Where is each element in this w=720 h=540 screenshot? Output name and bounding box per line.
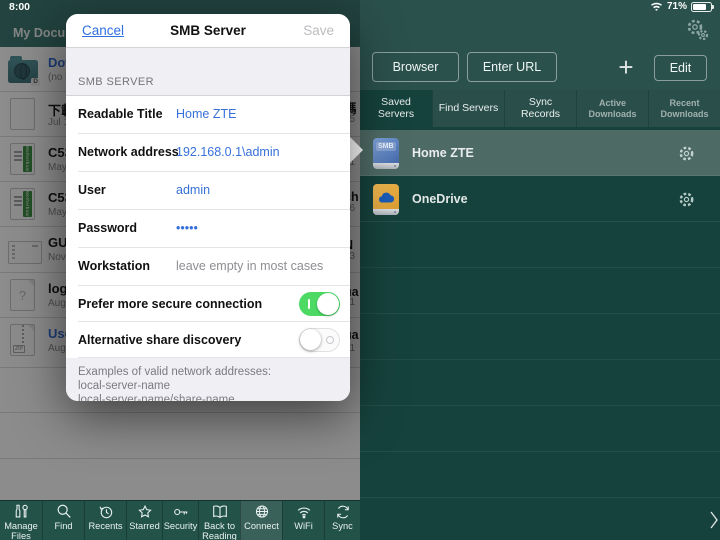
section-header: SMB SERVER [66, 48, 350, 96]
popover-header: Cancel SMB Server Save [66, 14, 350, 48]
tools-icon [11, 503, 31, 521]
workstation-row[interactable]: Workstation leave empty in most cases [66, 248, 350, 286]
magnifier-icon [54, 503, 74, 521]
add-server-button[interactable]: + [610, 51, 642, 83]
book-icon [210, 503, 230, 521]
share-discovery-toggle[interactable] [299, 328, 340, 352]
browser-button[interactable]: Browser [372, 52, 459, 82]
workstation-placeholder[interactable]: leave empty in most cases [176, 259, 323, 273]
toolbar-connect[interactable]: Connect [240, 501, 282, 540]
toolbar-security[interactable]: Security [162, 501, 198, 540]
list-separator [360, 267, 720, 268]
toolbar-find[interactable]: Find [42, 501, 84, 540]
list-separator [360, 497, 720, 498]
toolbar-back-to-reading[interactable]: Back to Reading [198, 501, 240, 540]
readable-title-value[interactable]: Home ZTE [176, 107, 236, 121]
server-name: OneDrive [412, 192, 468, 206]
tab-active-downloads[interactable]: Active Downloads [576, 90, 648, 127]
list-separator [360, 313, 720, 314]
server-gear-icon[interactable] [677, 190, 696, 209]
globe-icon [252, 503, 272, 521]
network-address-value[interactable]: 192.168.0.1\admin [176, 145, 280, 159]
tab-sync-records[interactable]: Sync Records [504, 90, 576, 127]
toolbar-manage-files[interactable]: Manage Files [0, 501, 42, 540]
tab-saved-servers[interactable]: Saved Servers [360, 90, 432, 127]
secure-connection-toggle[interactable] [299, 292, 340, 316]
password-row[interactable]: Password ••••• [66, 210, 350, 248]
server-name: Home ZTE [412, 146, 474, 160]
list-separator [360, 359, 720, 360]
screen: Browser Enter URL + Edit Saved Servers F… [0, 0, 720, 540]
share-discovery-row: Alternative share discovery [66, 322, 350, 358]
list-separator [360, 451, 720, 452]
password-value[interactable]: ••••• [176, 221, 198, 235]
server-gear-icon[interactable] [677, 144, 696, 163]
toolbar-starred[interactable]: Starred [126, 501, 162, 540]
edit-button[interactable]: Edit [654, 55, 707, 81]
wifi-icon [294, 503, 314, 521]
star-icon [135, 503, 155, 521]
sync-icon [333, 503, 353, 521]
clock-icon [96, 503, 116, 521]
toolbar-wifi[interactable]: WiFi [282, 501, 324, 540]
tab-recent-downloads[interactable]: Recent Downloads [648, 90, 720, 127]
save-button[interactable]: Save [303, 23, 334, 38]
status-bar: 8:00 71% [0, 0, 720, 14]
list-separator [360, 405, 720, 406]
tab-find-servers[interactable]: Find Servers [432, 90, 504, 127]
popover-footer-help: Examples of valid network addresses: loc… [66, 358, 350, 401]
toolbar-sync[interactable]: Sync [324, 501, 360, 540]
battery-percent: 71% [666, 1, 687, 12]
network-address-row[interactable]: Network address 192.168.0.1\admin [66, 134, 350, 172]
server-row-home-zte[interactable]: SMB Home ZTE [360, 130, 720, 176]
readable-title-row[interactable]: Readable Title Home ZTE [66, 96, 350, 134]
smb-server-popover: Cancel SMB Server Save SMB SERVER Readab… [66, 14, 350, 401]
smb-drive-icon: SMB [373, 138, 399, 169]
secure-connection-row: Prefer more secure connection [66, 286, 350, 322]
status-wifi-icon [650, 2, 663, 12]
settings-gears-icon[interactable] [682, 16, 712, 46]
server-tabs: Saved Servers Find Servers Sync Records … [360, 90, 720, 127]
server-row-onedrive[interactable]: OneDrive [360, 176, 720, 222]
key-icon [171, 503, 191, 521]
connections-panel: Browser Enter URL + Edit Saved Servers F… [360, 0, 720, 540]
toolbar-recents[interactable]: Recents [84, 501, 126, 540]
enter-url-button[interactable]: Enter URL [467, 52, 557, 82]
status-clock: 8:00 [9, 1, 31, 13]
bottom-toolbar: Manage Files Find Recents Starred Securi… [0, 500, 360, 540]
user-row[interactable]: User admin [66, 172, 350, 210]
toolbar-more-chevron-icon[interactable] [709, 509, 719, 531]
user-value[interactable]: admin [176, 183, 210, 197]
popover-arrow [349, 136, 363, 164]
battery-icon [691, 1, 714, 12]
onedrive-drive-icon [373, 184, 399, 215]
